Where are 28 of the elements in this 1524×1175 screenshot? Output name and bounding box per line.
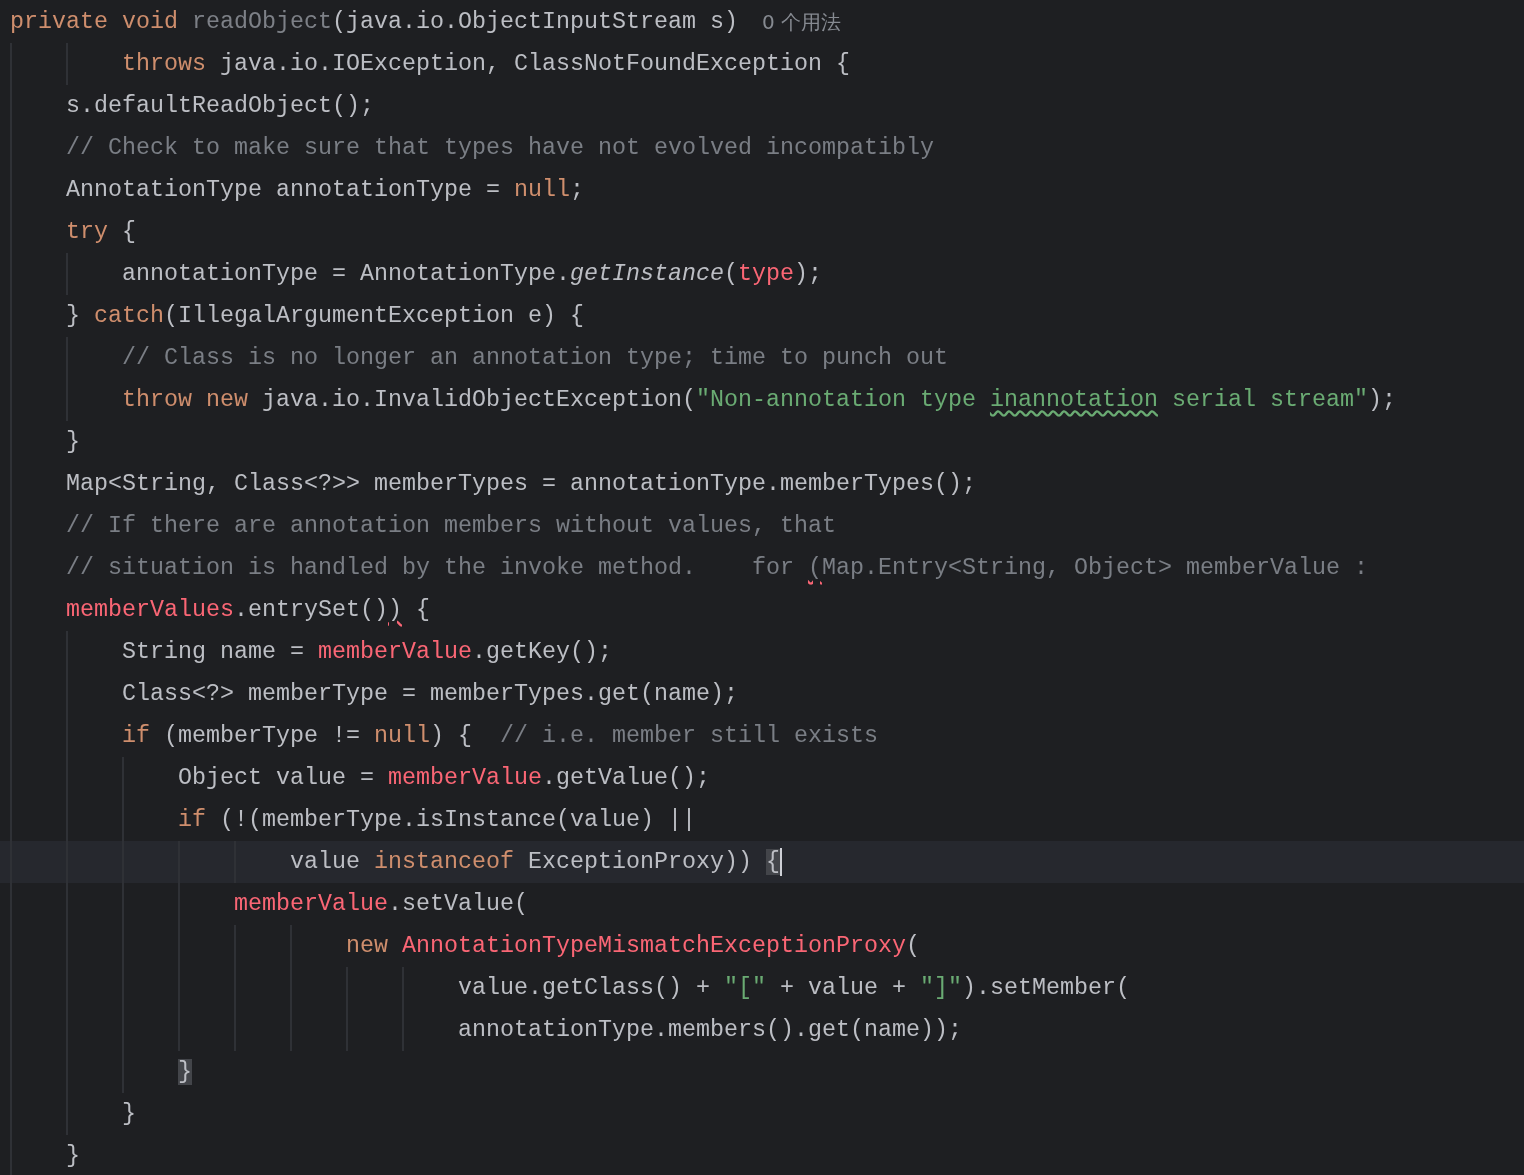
code-line: new AnnotationTypeMismatchExceptionProxy( [346,931,920,961]
code-line: if (!(memberType.isInstance(value) || [178,805,696,835]
code-line: throw new java.io.InvalidObjectException("Non-annotation type inannotation serial stream"); [122,385,1396,415]
code-line: Class<?> memberType = memberTypes.get(name); [122,679,738,709]
code-line: } catch(IllegalArgumentException e) { [66,301,584,331]
code-line: // Class is no longer an annotation type; time to punch out [122,343,948,373]
code-line: } [122,1099,136,1129]
code-line: throws java.io.IOException, ClassNotFoundException { [122,49,850,79]
code-line: annotationType = AnnotationType.getInstance(type); [122,259,822,289]
code-line: // If there are annotation members without values, that [66,511,836,541]
code-line: Map<String, Class<?>> memberTypes = annotationType.memberTypes(); [66,469,976,499]
code-line: AnnotationType annotationType = null; [66,175,584,205]
code-line: Object value = memberValue.getValue(); [178,763,710,793]
code-line: String name = memberValue.getKey(); [122,637,612,667]
code-line: // situation is handled by the invoke method. for (Map.Entry<String, Object> memberValue : [66,553,1368,583]
code-line: private void readObject(java.io.ObjectInputStream s) [10,7,738,37]
code-line: try { [66,217,136,247]
code-line: s.defaultReadObject(); [66,91,374,121]
usage-hint[interactable]: 0 个用法 [762,7,842,37]
code-line: } [66,1141,80,1171]
code-line: memberValue.setValue( [234,889,528,919]
code-line: value instanceof ExceptionProxy)) { [290,847,780,877]
code-line: if (memberType != null) { // i.e. member still exists [122,721,878,751]
code-line: annotationType.members().get(name)); [458,1015,962,1045]
code-line: value.getClass() + "[" + value + "]").setMember( [458,973,1130,1003]
code-line: memberValues.entrySet()) { [66,595,430,625]
code-line: } [66,427,80,457]
code-line: // Check to make sure that types have not evolved incompatibly [66,133,934,163]
